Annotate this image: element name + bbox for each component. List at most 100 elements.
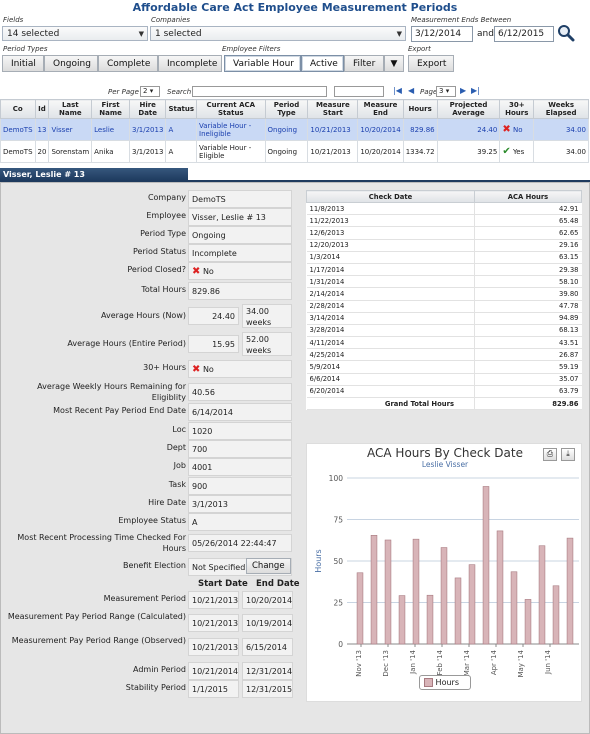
check-row: 4/25/2014 26.87 [306, 348, 582, 362]
filter-button[interactable]: Filter [344, 55, 384, 72]
col-header[interactable]: Last Name [48, 99, 93, 119]
col-header[interactable]: Co [0, 99, 36, 119]
chart-container: ACA Hours By Check Date Leslie Visser ⎙ … [306, 443, 582, 702]
period-end: 12/31/2015 [242, 680, 293, 698]
total-hours-value: 829.86 [188, 282, 292, 300]
col-header[interactable]: Hire Date [128, 99, 167, 119]
search-icon[interactable] [557, 24, 575, 42]
col-header[interactable]: Status [165, 99, 198, 119]
field-label: Hire Date [148, 498, 186, 507]
cell-proj: 24.40 [436, 118, 501, 141]
period-end: 10/19/2014 [242, 614, 293, 632]
period-label: Measurement Pay Period Range (Calculated… [7, 612, 186, 621]
check-hours: 94.89 [474, 312, 582, 325]
cell-first: Anika [91, 140, 130, 163]
fields-value: 14 selected [7, 29, 60, 39]
prev-page-icon[interactable]: ◀ [408, 86, 414, 95]
field-label: Task [168, 480, 186, 489]
grand-total-value: 829.86 [474, 397, 582, 411]
col-header[interactable]: 30+ Hours [499, 99, 535, 119]
chart-legend[interactable]: Hours [419, 675, 471, 690]
first-page-icon[interactable]: |◀ [393, 86, 402, 95]
export-button[interactable]: Export [408, 55, 454, 72]
thirty-plus-text: No [202, 365, 214, 374]
check-hours: 63.15 [474, 251, 582, 264]
active-button[interactable]: Active [301, 55, 344, 72]
page-label: Page [420, 88, 438, 96]
period-initial-button[interactable]: Initial [2, 55, 44, 72]
col-header[interactable]: First Name [91, 99, 130, 119]
cell-status: A [165, 140, 198, 163]
cell-id: 20 [34, 140, 50, 163]
table-row[interactable]: DemoTS 13 Visser Leslie 3/1/2013 A Varia… [0, 118, 589, 141]
check-hours: 65.48 [474, 214, 582, 228]
emp-status-value: A [188, 513, 292, 531]
x-tick-label: Jun '14 [544, 649, 552, 675]
col-header[interactable]: Projected Average [436, 99, 501, 119]
grid-search-input[interactable] [192, 86, 327, 97]
avg-now-value: 24.40 [188, 307, 239, 325]
period-start: 10/21/2013 [188, 591, 239, 609]
field-label: Company [147, 193, 186, 202]
cell-proj: 39.25 [436, 140, 501, 163]
cell-first: Leslie [91, 118, 130, 141]
check-date: 12/6/2013 [306, 226, 475, 240]
check-date: 11/8/2013 [306, 202, 475, 216]
bar [412, 538, 420, 645]
x-tick-label: May '14 [517, 649, 525, 677]
field-label: Period Status [133, 247, 186, 256]
x-icon: ✖ [192, 364, 201, 375]
field-label: Average Hours (Entire Period) [67, 339, 186, 348]
check-date: 1/17/2014 [306, 263, 475, 277]
check-row: 6/20/2014 63.79 [306, 385, 582, 399]
avg-weekly-remaining-value: 40.56 [188, 383, 292, 401]
employee-filters-label: Employee Filters [222, 45, 281, 53]
next-page-icon[interactable]: ▶ [460, 86, 466, 95]
page-select[interactable]: 3 ▾ [436, 86, 456, 97]
period-ongoing-button[interactable]: Ongoing [44, 55, 98, 72]
check-row: 1/3/2014 63.15 [306, 251, 582, 264]
col-header[interactable]: Current ACA Status [196, 99, 266, 119]
filter-dropdown-button[interactable]: ▼ [384, 55, 404, 72]
check-date: 11/22/2013 [306, 214, 475, 228]
variable-hour-button[interactable]: Variable Hour [224, 55, 301, 72]
check-date: 1/31/2014 [306, 275, 475, 289]
cell-30plus: ✖ No [499, 118, 535, 141]
table-row[interactable]: DemoTS 20 Sorenstam Anika 3/1/2013 A Var… [0, 140, 589, 163]
col-header[interactable]: Id [34, 99, 50, 119]
check-date: 5/9/2014 [306, 360, 475, 374]
date-from-input[interactable]: 3/12/2014 [411, 26, 473, 42]
col-header[interactable]: Measure End [357, 99, 404, 119]
col-header[interactable]: Period Type [264, 99, 309, 119]
cell-hours: 829.86 [402, 118, 438, 141]
bar [468, 564, 476, 645]
col-header[interactable]: Measure Start [307, 99, 359, 119]
check-date: 6/6/2014 [306, 373, 475, 386]
companies-select[interactable]: 1 selected ▼ [150, 26, 406, 41]
change-benefit-button[interactable]: Change [246, 558, 291, 574]
col-header[interactable]: Hours [402, 99, 438, 119]
avg-entire-weeks: 52.00 weeks [242, 332, 292, 356]
col-header[interactable]: Weeks Elapsed [533, 99, 589, 119]
fields-select[interactable]: 14 selected ▼ [2, 26, 148, 41]
page-value: 3 [439, 87, 444, 95]
x-tick-label: Nov '13 [355, 650, 363, 677]
period-incomplete-button[interactable]: Incomplete [158, 55, 222, 72]
grid-search-extra-input[interactable] [334, 86, 384, 97]
x-icon: ✖ [192, 266, 201, 277]
and-label: and [477, 29, 494, 39]
field-label: Period Closed? [127, 265, 186, 274]
cell-period: Ongoing [264, 118, 309, 141]
period-label: Measurement Period [103, 594, 186, 603]
field-label: Most Recent Processing Time Checked For … [17, 533, 186, 553]
field-label: 30+ Hours [143, 363, 186, 372]
aca-hours-chart: 0 25 50 75 100 Hours Nov '13 Dec '13 Jan '14 Feb … [314, 474, 579, 678]
check-date: 3/28/2014 [306, 324, 475, 338]
period-complete-button[interactable]: Complete [98, 55, 158, 72]
job-value: 4001 [188, 458, 292, 476]
last-page-icon[interactable]: ▶| [471, 86, 480, 95]
search-label: Search [167, 88, 192, 96]
dept-value: 700 [188, 440, 292, 458]
per-page-select[interactable]: 2 ▾ [140, 86, 160, 97]
date-to-input[interactable]: 6/12/2015 [494, 26, 554, 42]
